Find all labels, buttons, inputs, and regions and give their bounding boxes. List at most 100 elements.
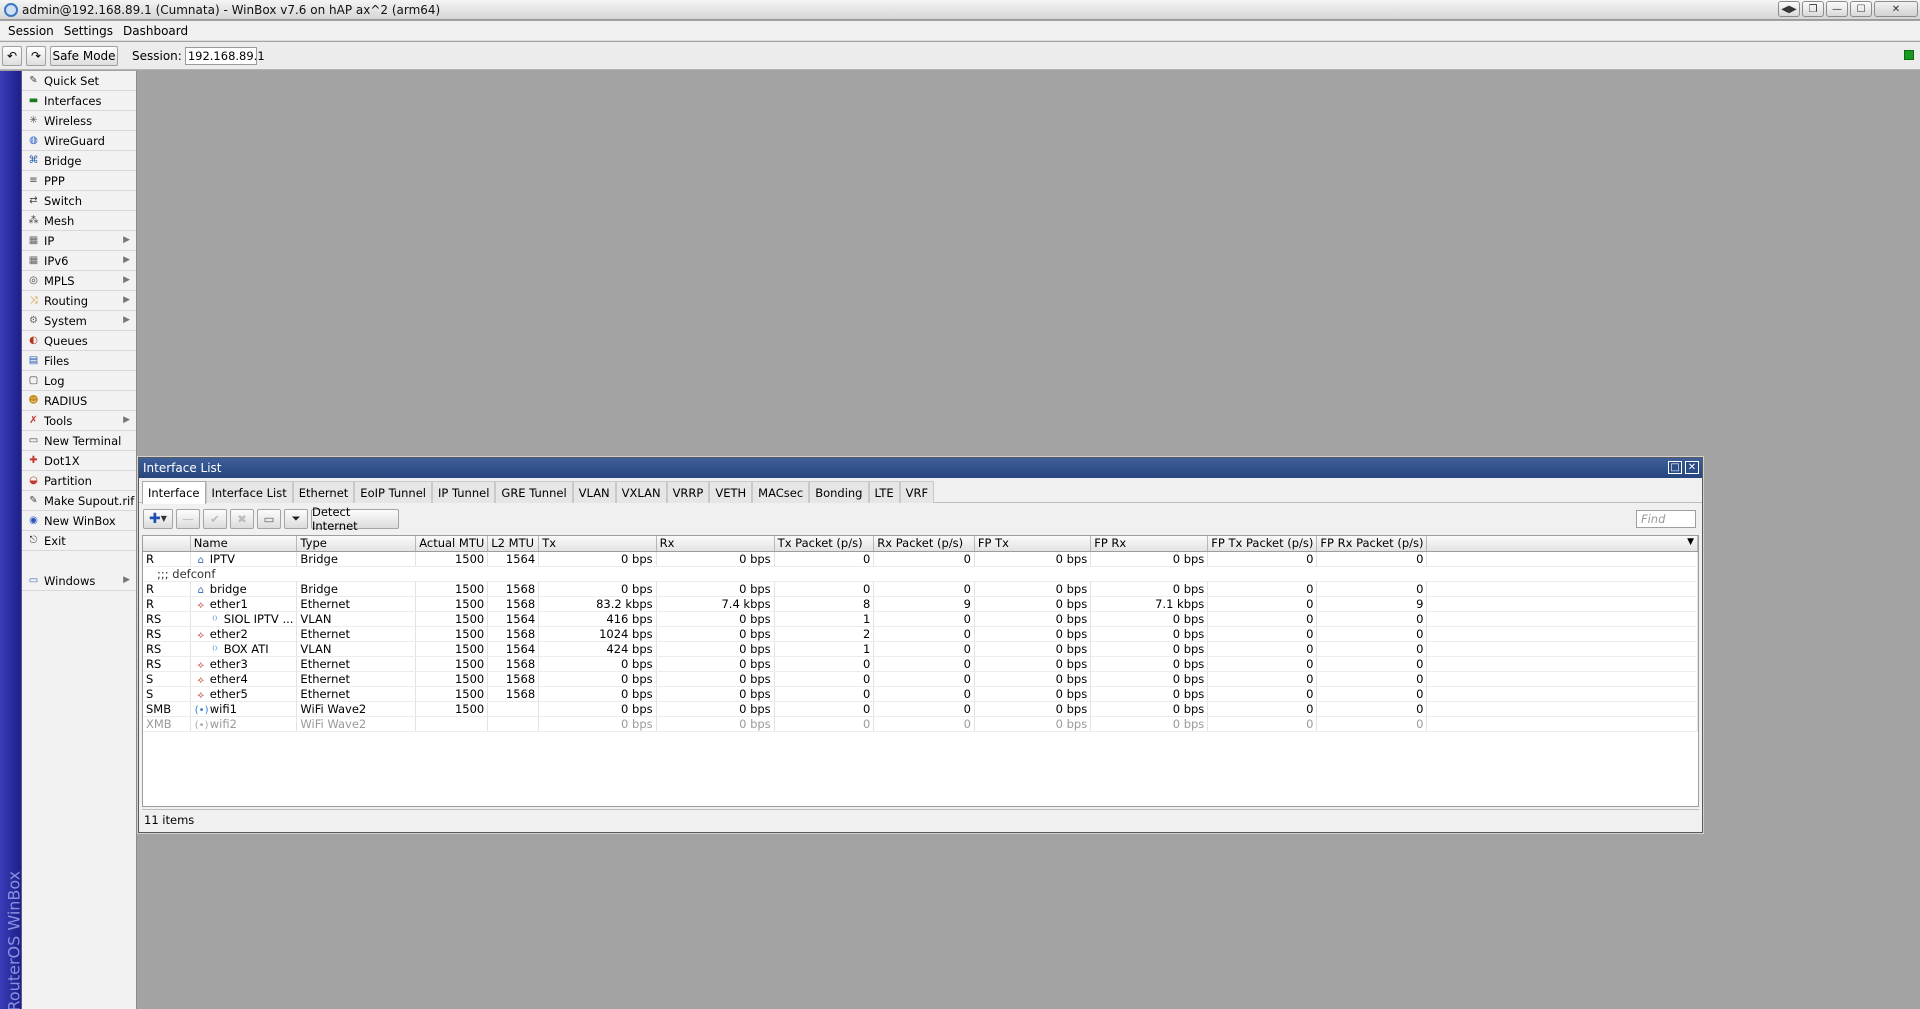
sidemenu-item-mpls[interactable]: ◎ MPLS ▶ <box>22 271 136 291</box>
sidemenu-item-quick-set[interactable]: ✎ Quick Set <box>22 71 136 91</box>
sidemenu-item-routing[interactable]: ⤨ Routing ▶ <box>22 291 136 311</box>
tab-gre-tunnel[interactable]: GRE Tunnel <box>495 481 573 503</box>
table-row[interactable]: RS ⁽⁾ BOX ATI VLAN 1500 1564 424 bps 0 bps 1 0 0 b… <box>143 641 1698 657</box>
restore-small-icon[interactable]: ❐ <box>1802 1 1824 17</box>
maximize-button[interactable]: ☐ <box>1850 1 1872 17</box>
table-row[interactable]: RS ⟡ ether2 Ethernet 1500 1568 1024 bps 0 bps 2 0… <box>143 626 1698 642</box>
column-header[interactable] <box>143 536 191 552</box>
sidemenu-item-log[interactable]: ▢ Log <box>22 371 136 391</box>
column-header[interactable]: FP Rx <box>1090 536 1209 552</box>
tab-interface[interactable]: Interface <box>142 481 206 504</box>
winbox-icon: ◉ <box>29 515 38 526</box>
cell-mtu <box>415 716 489 732</box>
column-header[interactable]: Type <box>296 536 417 552</box>
cell-txp: 1 <box>774 611 875 627</box>
tab-ip-tunnel[interactable]: IP Tunnel <box>432 481 496 503</box>
tab-interface-list[interactable]: Interface List <box>205 481 293 503</box>
sidemenu-item-radius[interactable]: ☻ RADIUS <box>22 391 136 411</box>
table-row[interactable]: R ⌂ bridge Bridge 1500 1568 0 bps 0 bps 0 0 0 bps 0… <box>143 581 1698 597</box>
enable-button[interactable]: ✔ <box>203 508 227 529</box>
menu-session[interactable]: Session <box>3 24 59 38</box>
window-maximize-icon[interactable]: □ <box>1668 461 1682 474</box>
sidemenu-item-exit[interactable]: ⎋ Exit <box>22 531 136 551</box>
sidemenu-item-ipv6[interactable]: ▦ IPv6 ▶ <box>22 251 136 271</box>
undo-button[interactable]: ↶ <box>2 45 22 66</box>
menu-dashboard[interactable]: Dashboard <box>118 24 193 38</box>
column-header[interactable]: L2 MTU <box>487 536 540 552</box>
sidemenu-item-ip[interactable]: ▦ IP ▶ <box>22 231 136 251</box>
back-icon[interactable]: ◀▶ <box>1778 1 1800 17</box>
table-row[interactable]: S ⟡ ether4 Ethernet 1500 1568 0 bps 0 bps 0 0 0 bp… <box>143 671 1698 687</box>
table-row[interactable]: S ⟡ ether5 Ethernet 1500 1568 0 bps 0 bps 0 0 0 bp… <box>143 686 1698 702</box>
tab-vrrp[interactable]: VRRP <box>666 481 710 503</box>
tab-ethernet[interactable]: Ethernet <box>292 481 355 503</box>
sidemenu-item-new-winbox[interactable]: ◉ New WinBox <box>22 511 136 531</box>
column-header[interactable]: FP Tx Packet (p/s) <box>1207 536 1318 552</box>
safe-mode-button[interactable]: Safe Mode <box>50 45 118 66</box>
close-button[interactable]: ✕ <box>1874 1 1918 17</box>
detect-internet-button[interactable]: Detect Internet <box>311 505 399 533</box>
sidemenu-label: Queues <box>44 333 88 348</box>
table-row[interactable]: SMB (•)wifi1 WiFi Wave2 1500 0 bps 0 bps 0 0 0 b… <box>143 701 1698 717</box>
sidemenu-item-queues[interactable]: ◐ Queues <box>22 331 136 351</box>
sidemenu-item-partition[interactable]: ◒ Partition <box>22 471 136 491</box>
sidemenu-item-new-terminal[interactable]: ▭ New Terminal <box>22 431 136 451</box>
column-menu-icon[interactable]: ▼ <box>1687 537 1694 547</box>
table-header: Name Type Actual MTU L2 MTU Tx Rx Tx Packet (p… <box>143 536 1698 552</box>
comment-button[interactable]: ▭ <box>257 508 281 529</box>
tab-vlan[interactable]: VLAN <box>572 481 616 503</box>
tab-veth[interactable]: VETH <box>709 481 753 503</box>
sidemenu-item-system[interactable]: ⚙ System ▶ <box>22 311 136 331</box>
menu-settings[interactable]: Settings <box>59 24 118 38</box>
column-header[interactable]: Name <box>190 536 298 552</box>
redo-button[interactable]: ↷ <box>26 45 46 66</box>
column-header[interactable]: Rx Packet (p/s) <box>873 536 975 552</box>
tab-macsec[interactable]: MACsec <box>752 481 810 503</box>
find-input[interactable]: Find <box>1636 510 1696 528</box>
sidemenu-item-dot1x[interactable]: ✚ Dot1X <box>22 451 136 471</box>
interface-name: wifi1 <box>209 701 237 716</box>
remove-button[interactable]: — <box>176 508 200 529</box>
tab-lte[interactable]: LTE <box>868 481 900 503</box>
sidemenu-label: IPv6 <box>44 253 69 268</box>
disable-button[interactable]: ✖ <box>230 508 254 529</box>
sidemenu-item-wireless[interactable]: ✳ Wireless <box>22 111 136 131</box>
sidemenu-item-bridge[interactable]: ⌘ Bridge <box>22 151 136 171</box>
column-header[interactable]: Actual MTU <box>415 536 489 552</box>
session-field[interactable]: 192.168.89.1 <box>184 46 265 65</box>
tab-vxlan[interactable]: VXLAN <box>615 481 667 503</box>
cell-fptx: 0 bps <box>974 671 1092 687</box>
interface-window-titlebar[interactable]: Interface List □ ✕ <box>139 458 1702 478</box>
table-row[interactable]: XMB (•)wifi2 WiFi Wave2 0 bps 0 bps 0 0 0 bps 0 … <box>143 716 1698 732</box>
sidemenu-item-wireguard[interactable]: ◍ WireGuard <box>22 131 136 151</box>
sidemenu-item-switch[interactable]: ⇄ Switch <box>22 191 136 211</box>
tab-eoip-tunnel[interactable]: EoIP Tunnel <box>354 481 432 503</box>
column-header[interactable]: Tx <box>538 536 657 552</box>
tab-vrf[interactable]: VRF <box>899 481 935 503</box>
comment-row[interactable]: ;;; defconf <box>143 566 1698 582</box>
interfaces-icon: ▬ <box>28 95 39 106</box>
window-close-icon[interactable]: ✕ <box>1685 461 1699 474</box>
sidemenu-item-ppp[interactable]: ≡ PPP <box>22 171 136 191</box>
tab-bonding[interactable]: Bonding <box>809 481 869 503</box>
column-header[interactable]: Rx <box>656 536 775 552</box>
table-row[interactable]: RS ⟡ ether3 Ethernet 1500 1568 0 bps 0 bps 0 0 0 b… <box>143 656 1698 672</box>
cell-flags: R <box>143 551 191 567</box>
column-header[interactable]: Tx Packet (p/s) <box>774 536 875 552</box>
sidemenu-item-windows[interactable]: ▭ Windows ▶ <box>22 571 136 591</box>
minimize-button[interactable]: — <box>1826 1 1848 17</box>
column-header[interactable]: FP Tx <box>974 536 1092 552</box>
filter-button[interactable]: ⏷ <box>284 508 308 529</box>
cell-filler <box>1426 656 1698 672</box>
sidemenu-item-interfaces[interactable]: ▬ Interfaces <box>22 91 136 111</box>
column-header[interactable]: FP Rx Packet (p/s) <box>1316 536 1428 552</box>
sidemenu-item-tools[interactable]: ✗ Tools ▶ <box>22 411 136 431</box>
table-row[interactable]: R ⟡ ether1 Ethernet 1500 1568 83.2 kbps 7.4 kbp… <box>143 596 1698 612</box>
add-button[interactable]: ✚ ▼ <box>143 508 173 529</box>
sidemenu-item-mesh[interactable]: ⁂ Mesh <box>22 211 136 231</box>
sidemenu-item-make-supout-rif[interactable]: ✎ Make Supout.rif <box>22 491 136 511</box>
table-row[interactable]: RS ⁽⁾ SIOL IPTV ... VLAN 1500 1564 416 bps 0 bp… <box>143 611 1698 627</box>
cell-fptxp: 0 <box>1207 701 1318 717</box>
sidemenu-item-files[interactable]: ▤ Files <box>22 351 136 371</box>
table-row[interactable]: R ⌂ IPTV Bridge 1500 1564 0 bps 0 bps 0 0 0 bps 0 b… <box>143 551 1698 567</box>
